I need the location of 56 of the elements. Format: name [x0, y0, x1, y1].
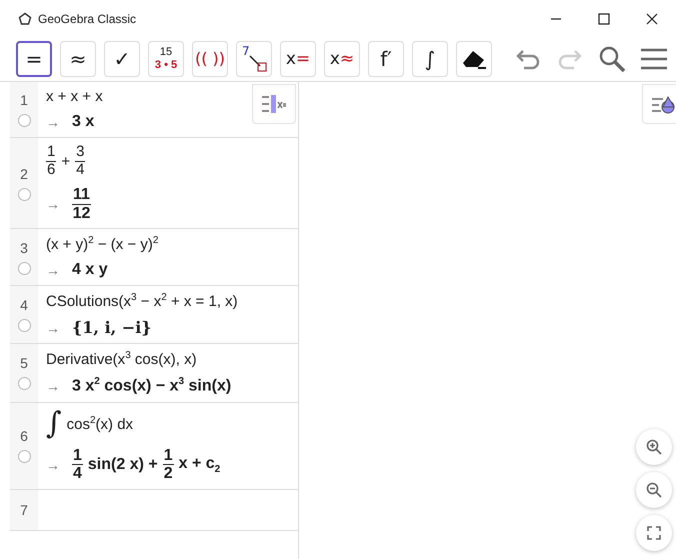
visibility-toggle[interactable] — [18, 188, 30, 201]
result-arrow: → — [46, 378, 60, 394]
algebra-style-icon — [261, 93, 287, 115]
fullscreen-icon — [647, 526, 661, 540]
input-formula[interactable]: CSolutions(x$^{3}$ − x$^{2}$ + x = 1, x) — [46, 292, 238, 310]
output-formula: 3 x$^{2}$ cos(x) − x$^{3}$ sin(x) — [72, 376, 232, 396]
result-arrow: → — [46, 114, 60, 130]
tool-button[interactable]: ≈ — [60, 41, 96, 77]
expand-button[interactable]: (( )) — [192, 41, 228, 77]
input-formula[interactable]: x + x + x — [46, 88, 103, 105]
result-arrow: → — [46, 320, 60, 336]
visibility-toggle[interactable] — [18, 450, 30, 464]
zoom-in-icon — [646, 439, 662, 455]
output-formula: 4 x y — [72, 261, 108, 280]
substitute-button[interactable]: 7 — [236, 41, 272, 77]
eraser-icon — [460, 48, 488, 70]
menu-icon[interactable] — [640, 47, 668, 71]
visibility-toggle[interactable] — [18, 377, 30, 390]
result-arrow: → — [46, 456, 60, 473]
input-formula[interactable]: Derivative(x$^{3}$ cos(x), x) — [46, 350, 197, 368]
output-formula: 11 12 — [72, 186, 91, 222]
result-arrow: → — [46, 262, 60, 278]
solve-button[interactable]: x≈ — [324, 41, 360, 77]
row-number: 4 — [20, 297, 28, 314]
row-number: 3 — [20, 240, 28, 256]
arrow-square-icon — [248, 53, 268, 73]
maximize-icon[interactable] — [598, 12, 610, 24]
zoom-out-icon — [646, 482, 662, 498]
tool-button[interactable]: = — [16, 41, 52, 77]
factor-button[interactable]: 15 3 • 5 — [148, 41, 184, 77]
input-formula[interactable]: (x + y)$^{2}$ − (x − y)$^{2}$ — [46, 235, 158, 254]
zoom-in-button[interactable] — [636, 429, 672, 465]
tool-button[interactable]: f′ — [368, 41, 404, 77]
window-title: GeoGebra Classic — [38, 12, 136, 26]
tool-button[interactable]: ✓ — [104, 41, 140, 77]
tool-button[interactable]: ∫ — [412, 41, 448, 77]
app-logo-icon — [18, 12, 32, 26]
row-number: 6 — [20, 428, 28, 444]
visibility-toggle[interactable] — [18, 262, 30, 275]
eraser-button[interactable] — [456, 41, 492, 77]
fullscreen-button[interactable] — [636, 515, 672, 551]
row-number: 2 — [20, 166, 28, 182]
zoom-out-button[interactable] — [636, 472, 672, 508]
algebra-style-button[interactable] — [252, 84, 296, 124]
search-icon[interactable] — [598, 45, 626, 73]
output-formula: {1, i, −i} — [72, 318, 152, 338]
close-icon[interactable] — [646, 12, 658, 24]
row-number: 5 — [20, 355, 28, 372]
visibility-toggle[interactable] — [18, 114, 30, 127]
visibility-toggle[interactable] — [18, 319, 30, 332]
graphics-style-button[interactable] — [642, 84, 676, 124]
row-number: 1 — [20, 92, 28, 108]
row-number: 7 — [20, 502, 28, 518]
result-arrow: → — [46, 196, 60, 212]
output-formula: 3 x — [72, 113, 94, 131]
solve-button[interactable]: x= — [280, 41, 316, 77]
